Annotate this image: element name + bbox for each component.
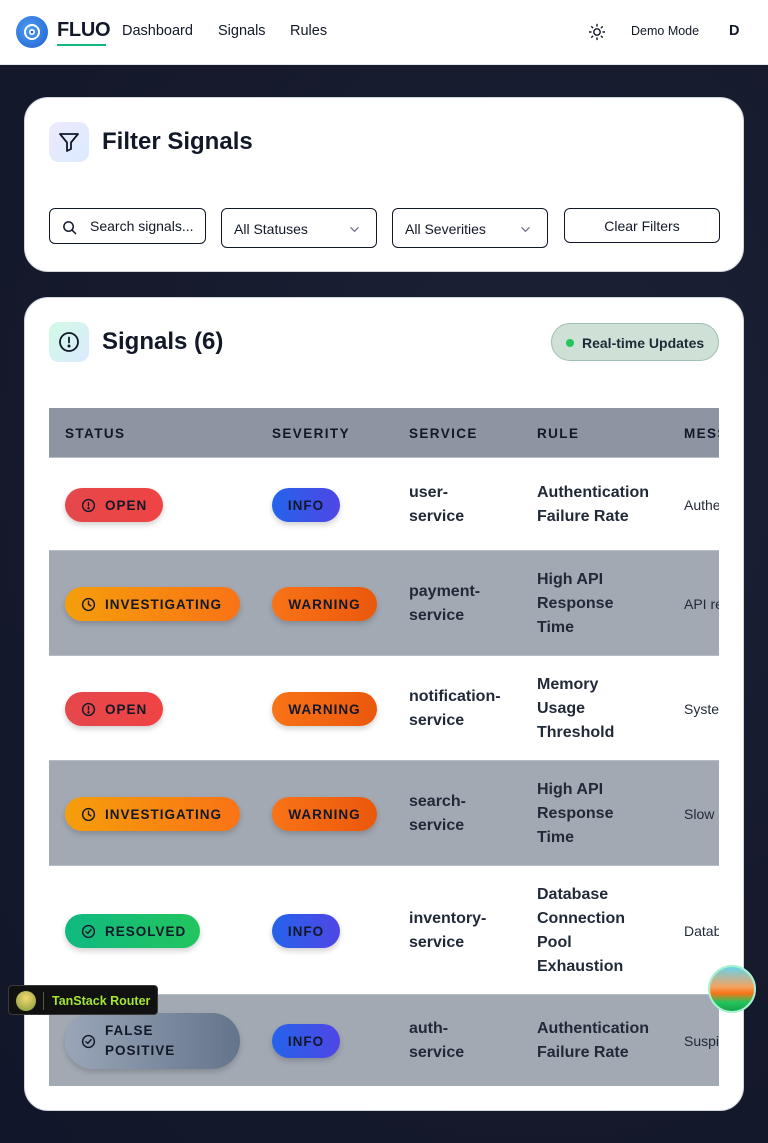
check-circle-icon bbox=[81, 1034, 96, 1048]
chevron-down-icon bbox=[350, 227, 359, 232]
demo-mode-button[interactable]: Demo Mode bbox=[631, 24, 699, 38]
severity-badge: INFO bbox=[272, 488, 340, 522]
table-row[interactable]: OPEN WARNING notification- service Memory U… bbox=[49, 655, 719, 760]
table-row[interactable]: OPEN INFO user- service Authentication Fail… bbox=[49, 457, 719, 550]
col-status[interactable]: STATUS bbox=[65, 426, 125, 441]
status-badge[interactable]: RESOLVED bbox=[65, 914, 200, 948]
message-text: Syste bbox=[684, 701, 719, 717]
message-text: API re bbox=[684, 596, 719, 612]
status-badge[interactable]: INVESTIGATING bbox=[65, 797, 240, 831]
rule-name: High API Response Time bbox=[537, 781, 614, 846]
status-badge[interactable]: INVESTIGATING bbox=[65, 587, 240, 621]
alert-circle-icon bbox=[49, 322, 89, 362]
col-severity[interactable]: SEVERITY bbox=[272, 426, 350, 441]
tanstack-logo-icon bbox=[16, 991, 36, 1011]
col-service[interactable]: SERVICE bbox=[409, 426, 478, 441]
service-name: payment- service bbox=[409, 583, 481, 624]
status-badge[interactable]: FALSE POSITIVE bbox=[65, 1013, 240, 1069]
status-select-value: All Statuses bbox=[234, 221, 308, 237]
realtime-label: Real-time Updates bbox=[582, 335, 705, 351]
nav-signals[interactable]: Signals bbox=[218, 23, 266, 39]
status-badge-label: INVESTIGATING bbox=[105, 596, 223, 612]
search-icon bbox=[63, 221, 77, 235]
status-badge-label: OPEN bbox=[105, 701, 148, 717]
clear-filters-button[interactable]: Clear Filters bbox=[564, 208, 720, 243]
search-input[interactable] bbox=[90, 209, 200, 243]
status-badge[interactable]: OPEN bbox=[65, 692, 163, 726]
service-name: notification- service bbox=[409, 688, 501, 729]
status-badge-label: INVESTIGATING bbox=[105, 806, 223, 822]
query-devtools-toggle[interactable] bbox=[708, 965, 756, 1013]
table-header: STATUS SEVERITY SERVICE RULE MESSAGE bbox=[49, 408, 719, 457]
table-row[interactable]: INVESTIGATING WARNING payment- service High… bbox=[49, 550, 719, 655]
service-name: search- service bbox=[409, 793, 466, 834]
severity-badge: WARNING bbox=[272, 692, 377, 726]
status-badge-label: RESOLVED bbox=[105, 923, 187, 939]
search-field[interactable] bbox=[49, 208, 206, 244]
col-rule[interactable]: RULE bbox=[537, 426, 579, 441]
severity-select-value: All Severities bbox=[405, 221, 486, 237]
top-nav: FLUO Dashboard Signals Rules Demo Mode D bbox=[0, 0, 768, 65]
table-row[interactable]: RESOLVED INFO inventory- service Database C… bbox=[49, 865, 719, 994]
divider bbox=[43, 992, 44, 1010]
service-name: inventory- service bbox=[409, 910, 487, 951]
status-badge[interactable]: OPEN bbox=[65, 488, 163, 522]
brand-name[interactable]: FLUO bbox=[57, 19, 111, 42]
rule-name: High API Response Time bbox=[537, 571, 614, 636]
severity-badge: INFO bbox=[272, 1024, 340, 1058]
clock-icon bbox=[81, 597, 96, 611]
live-dot-icon bbox=[566, 339, 574, 347]
service-name: user- service bbox=[409, 484, 465, 525]
realtime-status-badge: Real-time Updates bbox=[551, 323, 719, 361]
clock-icon bbox=[81, 807, 96, 821]
active-nav-underline bbox=[57, 44, 106, 46]
severity-badge: WARNING bbox=[272, 587, 377, 621]
severity-badge: INFO bbox=[272, 914, 340, 948]
rule-name: Authentication Failure Rate bbox=[537, 484, 649, 525]
chevron-down-icon bbox=[521, 227, 530, 232]
rule-name: Database Connection Pool Exhaustion bbox=[537, 886, 625, 975]
nav-rules[interactable]: Rules bbox=[290, 23, 327, 39]
severity-select[interactable]: All Severities bbox=[392, 208, 548, 248]
service-name: auth- service bbox=[409, 1020, 465, 1061]
fluo-logo-icon[interactable] bbox=[16, 16, 48, 48]
message-text: Authe bbox=[684, 497, 719, 513]
user-avatar[interactable]: D bbox=[729, 23, 739, 39]
alert-circle-icon bbox=[81, 702, 96, 716]
tanstack-router-devtools[interactable]: TanStack Router bbox=[8, 985, 158, 1015]
message-text: Slow bbox=[684, 806, 715, 822]
rule-name: Authentication Failure Rate bbox=[537, 1020, 649, 1061]
alert-circle-icon bbox=[81, 498, 96, 512]
nav-dashboard[interactable]: Dashboard bbox=[122, 23, 193, 39]
table-row[interactable]: INVESTIGATING WARNING search- service High … bbox=[49, 760, 719, 865]
filter-title: Filter Signals bbox=[102, 128, 253, 155]
status-select[interactable]: All Statuses bbox=[221, 208, 377, 248]
col-message[interactable]: MESSAGE bbox=[684, 426, 719, 441]
message-text: Suspi bbox=[684, 1033, 719, 1049]
rule-name: Memory Usage Threshold bbox=[537, 676, 615, 741]
message-text: Datab bbox=[684, 923, 719, 939]
filter-card: Filter Signals All Statuses All Severiti… bbox=[24, 97, 744, 272]
signals-title: Signals (6) bbox=[102, 328, 224, 355]
router-label: TanStack Router bbox=[52, 994, 151, 1008]
filter-icon bbox=[49, 122, 89, 162]
sun-icon[interactable] bbox=[588, 23, 606, 41]
status-badge-label: FALSE POSITIVE bbox=[105, 1023, 176, 1058]
severity-badge: WARNING bbox=[272, 797, 377, 831]
status-badge-label: OPEN bbox=[105, 497, 148, 513]
check-circle-icon bbox=[81, 924, 96, 938]
